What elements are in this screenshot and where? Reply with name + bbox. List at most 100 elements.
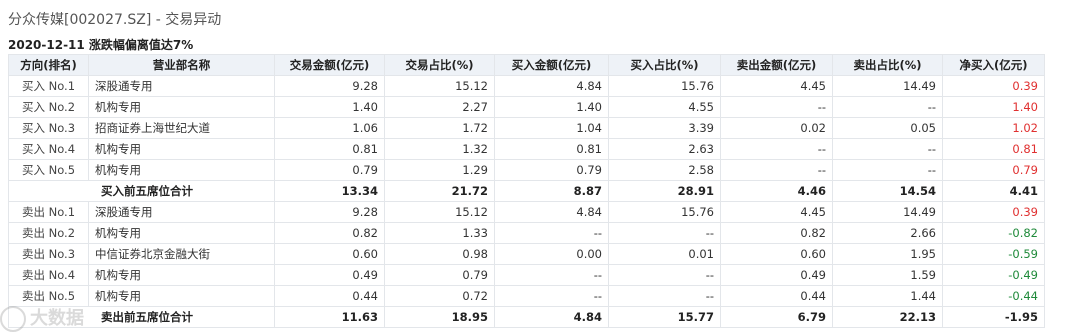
cell-buy-amount: 0.00 bbox=[494, 243, 609, 265]
cell-trade-pct: 18.95 bbox=[384, 306, 495, 328]
cell-sell-pct: -- bbox=[832, 138, 943, 160]
cell-net-buy: 0.39 bbox=[942, 75, 1045, 97]
cell-trade-amount: 11.63 bbox=[274, 306, 385, 328]
cell-trade-pct: 2.27 bbox=[384, 96, 495, 118]
column-header-trade-pct[interactable]: 交易占比(%) bbox=[384, 54, 495, 76]
cell-sell-amount: -- bbox=[720, 96, 833, 118]
column-header-buy-amount[interactable]: 买入金额(亿元) bbox=[494, 54, 609, 76]
table-row: 卖出 No.4 机构专用 0.49 0.79 -- -- 0.49 1.59 -0.49 bbox=[8, 264, 1045, 286]
cell-sell-pct: 22.13 bbox=[832, 306, 943, 328]
cell-sell-amount: 0.60 bbox=[720, 243, 833, 265]
summary-label: 买入前五席位合计 bbox=[8, 180, 275, 202]
cell-net-buy: -0.82 bbox=[942, 222, 1045, 244]
cell-trade-pct: 1.32 bbox=[384, 138, 495, 160]
cell-net-buy: 1.40 bbox=[942, 96, 1045, 118]
cell-trade-pct: 0.98 bbox=[384, 243, 495, 265]
cell-sell-pct: 1.59 bbox=[832, 264, 943, 286]
cell-sell-pct: 2.66 bbox=[832, 222, 943, 244]
cell-branch-name[interactable]: 机构专用 bbox=[88, 285, 275, 307]
cell-trade-pct: 0.79 bbox=[384, 264, 495, 286]
cell-sell-amount: 4.45 bbox=[720, 75, 833, 97]
cell-trade-pct: 15.12 bbox=[384, 201, 495, 223]
cell-trade-pct: 1.29 bbox=[384, 159, 495, 181]
cell-direction: 买入 No.4 bbox=[8, 138, 89, 160]
cell-trade-amount: 9.28 bbox=[274, 75, 385, 97]
cell-branch-name[interactable]: 招商证券上海世纪大道 bbox=[88, 117, 275, 139]
table-row: 买入 No.3 招商证券上海世纪大道 1.06 1.72 1.04 3.39 0.02 0.0… bbox=[8, 117, 1045, 139]
watermark-logo-icon bbox=[0, 306, 26, 332]
cell-net-buy: -0.59 bbox=[942, 243, 1045, 265]
cell-buy-amount: 0.79 bbox=[494, 159, 609, 181]
cell-direction: 买入 No.5 bbox=[8, 159, 89, 181]
cell-net-buy: -1.95 bbox=[942, 306, 1045, 328]
cell-sell-pct: 1.44 bbox=[832, 285, 943, 307]
cell-sell-amount: -- bbox=[720, 159, 833, 181]
cell-branch-name[interactable]: 机构专用 bbox=[88, 222, 275, 244]
cell-buy-amount: 1.40 bbox=[494, 96, 609, 118]
cell-branch-name[interactable]: 深股通专用 bbox=[88, 201, 275, 223]
table-row: 买入 No.4 机构专用 0.81 1.32 0.81 2.63 -- -- 0.81 bbox=[8, 138, 1045, 160]
watermark: 大数据 bbox=[0, 304, 84, 332]
cell-buy-amount: 8.87 bbox=[494, 180, 609, 202]
column-header-buy-pct[interactable]: 买入占比(%) bbox=[608, 54, 721, 76]
cell-trade-amount: 0.49 bbox=[274, 264, 385, 286]
cell-sell-pct: 1.95 bbox=[832, 243, 943, 265]
cell-buy-amount: 4.84 bbox=[494, 306, 609, 328]
cell-buy-pct: 15.77 bbox=[608, 306, 721, 328]
cell-trade-amount: 0.81 bbox=[274, 138, 385, 160]
cell-sell-pct: 14.54 bbox=[832, 180, 943, 202]
cell-branch-name[interactable]: 深股通专用 bbox=[88, 75, 275, 97]
cell-buy-pct: 4.55 bbox=[608, 96, 721, 118]
cell-sell-amount: 0.49 bbox=[720, 264, 833, 286]
column-header-net-buy[interactable]: 净买入(亿元) bbox=[942, 54, 1045, 76]
cell-trade-amount: 0.44 bbox=[274, 285, 385, 307]
table-header-row: 方向(排名) 营业部名称 交易金额(亿元) 交易占比(%) 买入金额(亿元) 买… bbox=[8, 54, 1045, 76]
cell-buy-pct: 0.01 bbox=[608, 243, 721, 265]
column-header-sell-amount[interactable]: 卖出金额(亿元) bbox=[720, 54, 833, 76]
watermark-text: 大数据 bbox=[30, 308, 84, 329]
cell-direction: 卖出 No.4 bbox=[8, 264, 89, 286]
cell-buy-pct: 3.39 bbox=[608, 117, 721, 139]
cell-trade-pct: 0.72 bbox=[384, 285, 495, 307]
table-row: 卖出 No.5 机构专用 0.44 0.72 -- -- 0.44 1.44 -0.44 bbox=[8, 285, 1045, 307]
cell-sell-pct: -- bbox=[832, 159, 943, 181]
cell-trade-amount: 13.34 bbox=[274, 180, 385, 202]
cell-direction: 买入 No.2 bbox=[8, 96, 89, 118]
cell-net-buy: 0.81 bbox=[942, 138, 1045, 160]
table-row: 买入 No.5 机构专用 0.79 1.29 0.79 2.58 -- -- 0.79 bbox=[8, 159, 1045, 181]
cell-trade-amount: 0.82 bbox=[274, 222, 385, 244]
cell-buy-amount: 4.84 bbox=[494, 75, 609, 97]
cell-buy-pct: -- bbox=[608, 264, 721, 286]
column-header-trade-amount[interactable]: 交易金额(亿元) bbox=[274, 54, 385, 76]
cell-net-buy: -0.44 bbox=[942, 285, 1045, 307]
summary-row: 卖出前五席位合计 11.63 18.95 4.84 15.77 6.79 22.13 -1.9… bbox=[8, 306, 1045, 328]
cell-sell-pct: 14.49 bbox=[832, 201, 943, 223]
cell-buy-pct: 2.63 bbox=[608, 138, 721, 160]
cell-branch-name[interactable]: 机构专用 bbox=[88, 96, 275, 118]
cell-net-buy: 1.02 bbox=[942, 117, 1045, 139]
cell-buy-amount: -- bbox=[494, 264, 609, 286]
cell-buy-pct: -- bbox=[608, 222, 721, 244]
column-header-branch[interactable]: 营业部名称 bbox=[88, 54, 275, 76]
dragon-tiger-table: 方向(排名) 营业部名称 交易金额(亿元) 交易占比(%) 买入金额(亿元) 买… bbox=[8, 54, 1045, 328]
cell-trade-amount: 0.60 bbox=[274, 243, 385, 265]
cell-trade-pct: 1.33 bbox=[384, 222, 495, 244]
table-row: 卖出 No.3 中信证券北京金融大街 0.60 0.98 0.00 0.01 0.60 1.9… bbox=[8, 243, 1045, 265]
column-header-sell-pct[interactable]: 卖出占比(%) bbox=[832, 54, 943, 76]
cell-branch-name[interactable]: 中信证券北京金融大街 bbox=[88, 243, 275, 265]
cell-sell-amount: 0.02 bbox=[720, 117, 833, 139]
cell-branch-name[interactable]: 机构专用 bbox=[88, 138, 275, 160]
table-row: 卖出 No.1 深股通专用 9.28 15.12 4.84 15.76 4.45 14.49 0… bbox=[8, 201, 1045, 223]
column-header-direction[interactable]: 方向(排名) bbox=[8, 54, 89, 76]
cell-buy-pct: 15.76 bbox=[608, 201, 721, 223]
cell-branch-name[interactable]: 机构专用 bbox=[88, 159, 275, 181]
cell-trade-amount: 1.40 bbox=[274, 96, 385, 118]
cell-trade-amount: 9.28 bbox=[274, 201, 385, 223]
cell-buy-pct: -- bbox=[608, 285, 721, 307]
cell-direction: 卖出 No.3 bbox=[8, 243, 89, 265]
cell-direction: 卖出 No.1 bbox=[8, 201, 89, 223]
cell-net-buy: 0.79 bbox=[942, 159, 1045, 181]
cell-net-buy: -0.49 bbox=[942, 264, 1045, 286]
cell-direction: 买入 No.3 bbox=[8, 117, 89, 139]
cell-branch-name[interactable]: 机构专用 bbox=[88, 264, 275, 286]
